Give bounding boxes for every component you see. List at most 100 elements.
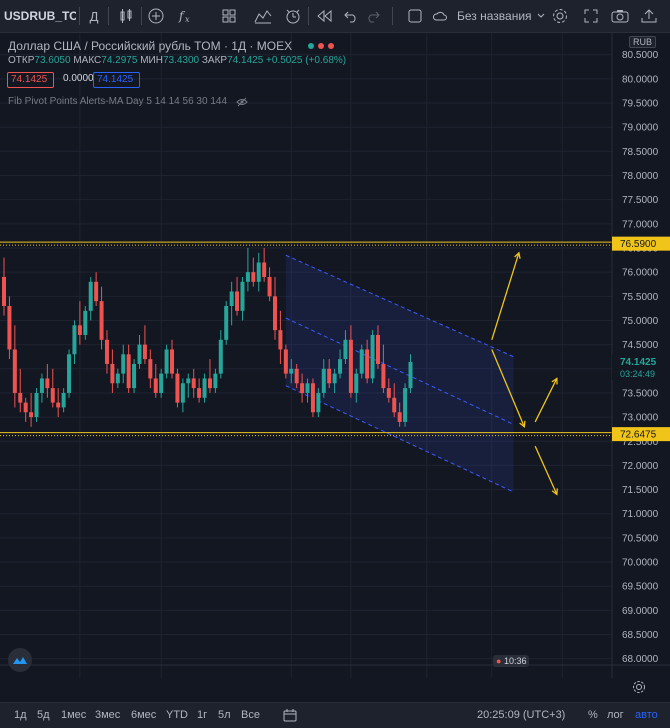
candle bbox=[403, 388, 408, 422]
candle bbox=[67, 354, 72, 393]
range-5d[interactable]: 5д bbox=[37, 709, 50, 721]
candles-icon[interactable] bbox=[115, 5, 137, 27]
auto-scale-toggle[interactable]: авто bbox=[635, 709, 658, 721]
indicators-fx-icon[interactable]: fx bbox=[174, 5, 196, 27]
top-toolbar: USDRUB_TOM Д fx Без названия bbox=[0, 0, 670, 33]
indicator-legend[interactable]: Fib Pivot Points Alerts-MA Day 5 14 14 5… bbox=[8, 96, 227, 107]
replay-icon[interactable] bbox=[313, 5, 335, 27]
toolbar-divider bbox=[79, 7, 80, 25]
templates-grid-icon[interactable] bbox=[218, 5, 240, 27]
range-1y[interactable]: 1г bbox=[197, 709, 207, 721]
range-1d[interactable]: 1д bbox=[14, 709, 27, 721]
candle bbox=[72, 325, 77, 355]
price-tick-label: 77.0000 bbox=[622, 219, 659, 230]
candle bbox=[359, 349, 364, 374]
range-6m[interactable]: 6мес bbox=[131, 709, 156, 721]
candle bbox=[229, 291, 234, 306]
candle bbox=[18, 392, 23, 403]
camera-icon[interactable] bbox=[609, 5, 631, 27]
log-scale-toggle[interactable]: лог bbox=[607, 709, 624, 721]
candle bbox=[283, 349, 288, 374]
candle bbox=[104, 339, 109, 364]
chevron-down-icon[interactable] bbox=[537, 5, 545, 27]
price-tick-label: 70.0000 bbox=[622, 558, 659, 569]
scale-settings-gear-icon[interactable] bbox=[632, 680, 646, 694]
interval-button[interactable]: Д bbox=[84, 5, 104, 27]
price-tick-label: 70.5000 bbox=[622, 533, 659, 544]
low-value: 73.4300 bbox=[162, 55, 200, 66]
candle bbox=[316, 392, 321, 413]
candle bbox=[305, 383, 310, 393]
layout-name-button[interactable]: Без названия bbox=[433, 5, 537, 27]
candle bbox=[408, 362, 413, 389]
candle bbox=[94, 281, 99, 302]
close-label: ЗАКР bbox=[201, 55, 228, 66]
strategy-chart-icon[interactable] bbox=[252, 5, 274, 27]
candle bbox=[332, 373, 337, 384]
candle bbox=[45, 378, 50, 389]
price-tick-label: 69.5000 bbox=[622, 582, 659, 593]
range-all[interactable]: Все bbox=[241, 709, 260, 721]
candle bbox=[256, 262, 261, 282]
range-3m[interactable]: 3мес bbox=[95, 709, 120, 721]
percent-scale-toggle[interactable]: % bbox=[588, 709, 598, 721]
toolbar-divider bbox=[392, 7, 393, 25]
sell-price-box[interactable]: 74.1425 bbox=[7, 72, 54, 88]
price-tick-label: 80.5000 bbox=[622, 50, 659, 61]
open-value: 73.6050 bbox=[34, 55, 71, 66]
candle bbox=[354, 373, 359, 393]
candle bbox=[300, 383, 305, 393]
regression-channel bbox=[285, 255, 514, 492]
alert-clock-icon[interactable] bbox=[282, 5, 304, 27]
layout-name-label: Без названия bbox=[457, 9, 532, 23]
trend-arrow bbox=[534, 378, 558, 423]
settings-gear-icon[interactable] bbox=[549, 5, 571, 27]
currency-badge[interactable]: RUB bbox=[629, 36, 657, 48]
candle bbox=[39, 378, 44, 393]
goto-date-icon[interactable] bbox=[283, 708, 297, 722]
candle bbox=[126, 354, 131, 389]
price-tick-label: 80.0000 bbox=[622, 74, 659, 85]
publish-idea-icon[interactable] bbox=[638, 5, 660, 27]
candle bbox=[77, 325, 82, 335]
undo-icon[interactable] bbox=[341, 5, 361, 27]
candle bbox=[175, 373, 180, 403]
price-tick-label: 73.5000 bbox=[622, 388, 659, 399]
toolbar-divider bbox=[108, 7, 109, 25]
candle bbox=[289, 368, 294, 374]
cloud-icon bbox=[433, 11, 447, 21]
price-tick-label: 73.0000 bbox=[622, 413, 659, 424]
symbol-search-button[interactable]: USDRUB_TOM bbox=[4, 5, 76, 27]
candle bbox=[34, 392, 39, 418]
price-tick-label: 78.5000 bbox=[622, 147, 659, 158]
clock-time[interactable]: 20:25:09 (UTC+3) bbox=[477, 709, 565, 721]
events-badge[interactable]: ● 10:36 bbox=[493, 655, 530, 667]
compare-plus-icon[interactable] bbox=[145, 5, 167, 27]
buy-price-box[interactable]: 74.1425 bbox=[93, 72, 140, 88]
trend-arrow bbox=[534, 445, 558, 495]
chart-pane[interactable]: 68.0000 68.5000 69.0000 69.5000 70.0000 70.50… bbox=[0, 33, 670, 678]
price-tick-label: 72.0000 bbox=[622, 461, 659, 472]
candle bbox=[370, 334, 375, 379]
candle bbox=[338, 359, 343, 374]
eye-hidden-icon[interactable] bbox=[236, 96, 248, 108]
candlestick-chart[interactable]: 68.0000 68.5000 69.0000 69.5000 70.0000 70.50… bbox=[0, 33, 670, 678]
candle bbox=[392, 397, 397, 413]
redo-icon[interactable] bbox=[363, 5, 383, 27]
price-tick-label: 79.5000 bbox=[622, 99, 659, 110]
candle bbox=[375, 334, 380, 364]
candle bbox=[99, 301, 104, 340]
candle bbox=[180, 383, 185, 403]
candle bbox=[61, 392, 66, 408]
range-1m[interactable]: 1мес bbox=[61, 709, 86, 721]
candle bbox=[142, 344, 147, 360]
tradingview-logo-icon[interactable] bbox=[8, 648, 32, 672]
candle bbox=[273, 296, 277, 331]
layout-square-icon[interactable] bbox=[405, 5, 425, 27]
fullscreen-icon[interactable] bbox=[580, 5, 602, 27]
svg-text:x: x bbox=[185, 15, 190, 24]
price-tick-label: 79.0000 bbox=[622, 123, 659, 134]
range-5y[interactable]: 5л bbox=[218, 709, 231, 721]
range-ytd[interactable]: YTD bbox=[166, 709, 188, 721]
candle bbox=[327, 368, 332, 384]
